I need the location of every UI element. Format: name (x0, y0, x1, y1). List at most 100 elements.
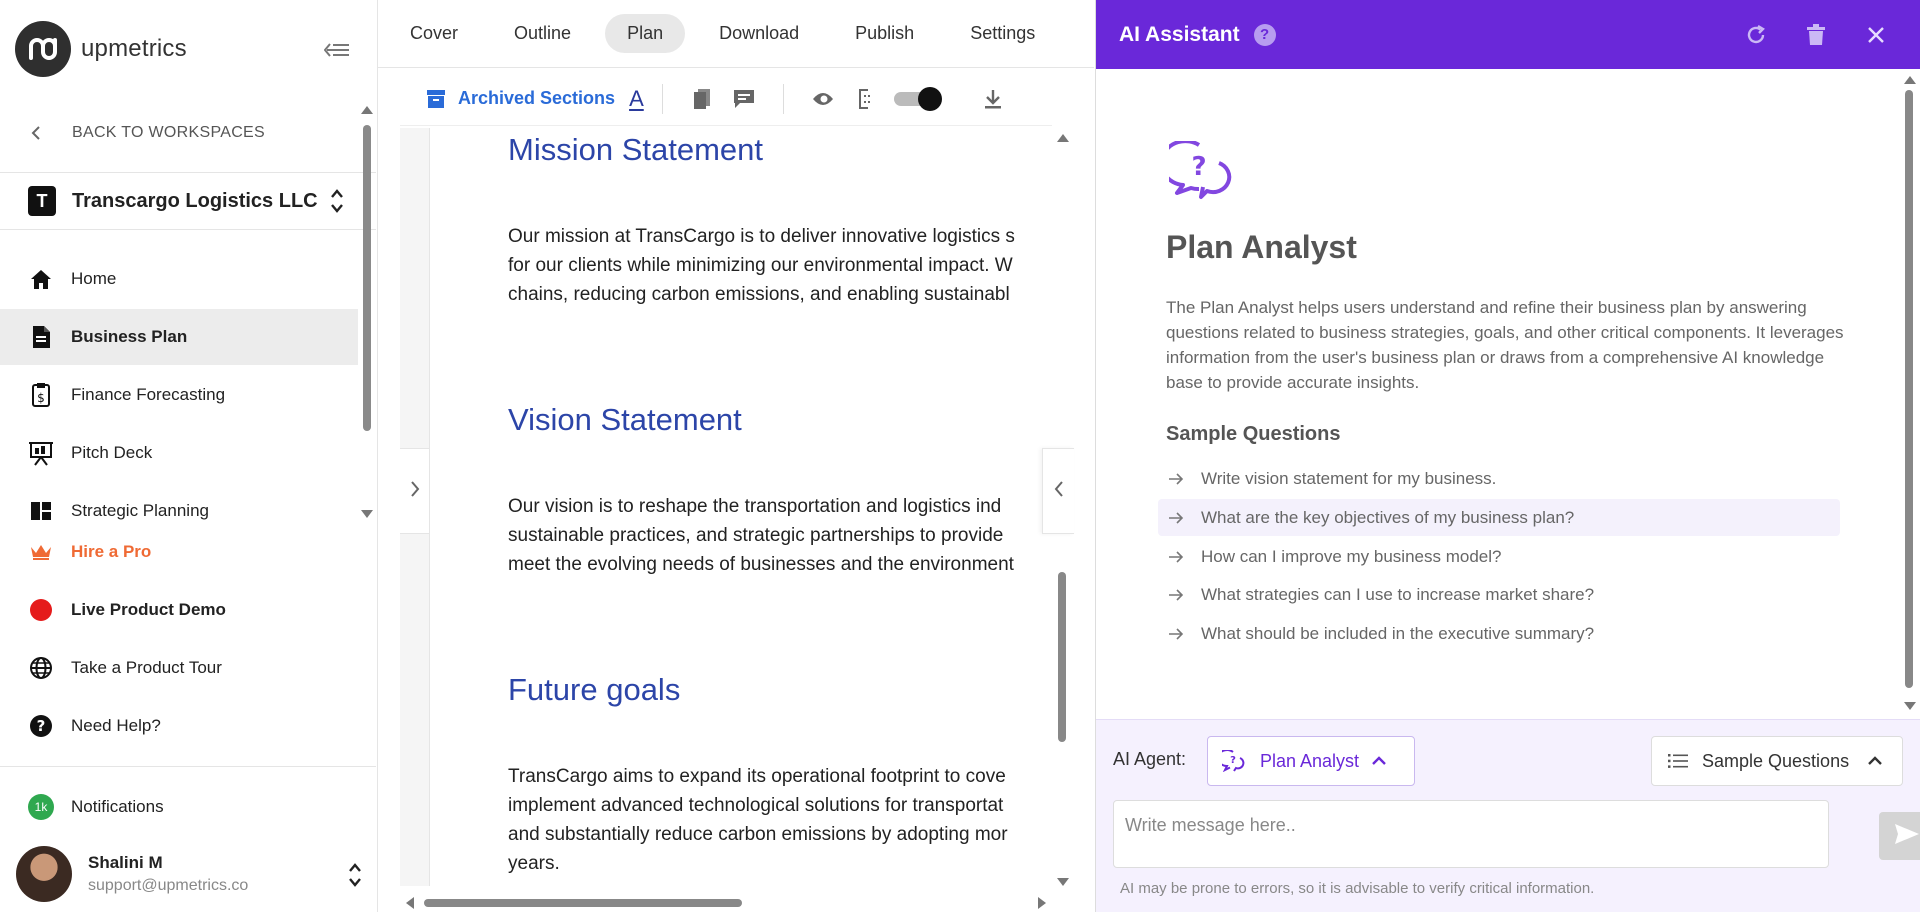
avatar (16, 846, 72, 902)
sample-question[interactable]: What strategies can I use to increase ma… (1158, 576, 1840, 613)
user-profile-menu[interactable]: Shalini M support@upmetrics.co (16, 846, 362, 902)
archived-sections-button[interactable]: Archived Sections (426, 88, 615, 109)
workspace-switcher[interactable]: T Transcargo Logistics LLC (28, 182, 348, 220)
dashboard-grid-icon (28, 498, 54, 524)
sample-questions-select[interactable]: Sample Questions (1651, 736, 1903, 786)
hire-a-pro-link[interactable]: Hire a Pro (0, 524, 358, 580)
svg-text:$: $ (37, 391, 45, 405)
sample-question[interactable]: Write vision statement for my business. (1158, 460, 1840, 497)
notification-count-badge: 1k (28, 794, 54, 820)
document-hscrollbar-thumb[interactable] (424, 899, 742, 907)
download-icon[interactable] (980, 86, 1006, 112)
document-page: Mission Statement Our mission at TransCa… (430, 128, 1050, 888)
comment-icon[interactable] (731, 86, 757, 112)
back-to-workspaces-link[interactable]: BACK TO WORKSPACES (30, 118, 265, 148)
agent-description: The Plan Analyst helps users understand … (1166, 298, 1844, 392)
list-icon (1668, 753, 1688, 769)
ai-chat-scrollbar-thumb[interactable] (1905, 90, 1913, 688)
upmetrics-logo-icon (15, 21, 71, 77)
chevron-right-icon (409, 480, 421, 503)
collapse-assistant-button[interactable] (1042, 448, 1074, 534)
sidebar-item-label: Pitch Deck (71, 443, 153, 462)
send-button[interactable] (1879, 812, 1920, 860)
sidebar-scrollbar-thumb[interactable] (363, 125, 371, 431)
tab-cover[interactable]: Cover (388, 14, 480, 53)
sidebar-item-pitch-deck[interactable]: Pitch Deck (0, 425, 358, 481)
sidebar-item-label: Home (71, 269, 117, 288)
collapse-sidebar-icon[interactable] (322, 38, 352, 62)
live-dot-icon (28, 597, 54, 623)
section-heading[interactable]: Mission Statement (508, 132, 763, 168)
tab-plan[interactable]: Plan (605, 14, 686, 53)
scroll-up-arrow[interactable] (1057, 134, 1069, 142)
copy-pages-icon[interactable] (689, 86, 715, 112)
finance-clipboard-icon: $ (28, 382, 54, 408)
chevron-up-icon (1867, 756, 1883, 766)
tab-download[interactable]: Download (697, 14, 821, 53)
section-heading[interactable]: Future goals (508, 672, 680, 708)
sidebar-item-business-plan[interactable]: Business Plan (0, 309, 358, 365)
arrow-right-icon (1168, 472, 1188, 486)
home-icon (28, 266, 54, 292)
section-paragraph[interactable]: Our vision is to reshape the transportat… (508, 492, 1050, 579)
hire-label: Hire a Pro (71, 542, 152, 561)
sidebar-item-label: Strategic Planning (71, 501, 209, 520)
page-break-icon[interactable] (852, 86, 878, 112)
scroll-left-arrow[interactable] (406, 897, 414, 909)
back-label: BACK TO WORKSPACES (72, 124, 266, 141)
crown-icon (28, 539, 54, 565)
sample-question-text: How can I improve my business model? (1201, 546, 1502, 566)
scroll-right-arrow[interactable] (1038, 897, 1046, 909)
view-mode-toggle[interactable] (893, 86, 942, 111)
divider (782, 83, 784, 114)
ai-agent-label: AI Agent: (1113, 749, 1187, 769)
message-input[interactable] (1113, 800, 1829, 868)
section-paragraph[interactable]: Our mission at TransCargo is to deliver … (508, 222, 1050, 309)
trash-icon[interactable] (1801, 20, 1831, 50)
section-paragraph[interactable]: TransCargo aims to expand its operationa… (508, 762, 1050, 878)
preview-eye-icon[interactable] (810, 86, 836, 112)
notifications-link[interactable]: 1k Notifications (28, 792, 164, 822)
question-chat-icon: ? (1222, 750, 1246, 772)
sample-question[interactable]: What are the key objectives of my busine… (1158, 499, 1840, 536)
ai-assistant-panel: AI Assistant ? ? Plan Analyst The Plan A… (1095, 0, 1920, 912)
ai-agent-select[interactable]: ? Plan Analyst (1207, 736, 1415, 786)
brand-logo[interactable]: upmetrics (15, 20, 355, 78)
live-product-demo-link[interactable]: Live Product Demo (0, 582, 358, 638)
sidebar-item-finance-forecasting[interactable]: $ Finance Forecasting (0, 367, 358, 423)
need-help-link[interactable]: ? Need Help? (0, 698, 358, 754)
divider (0, 229, 376, 230)
sample-question[interactable]: What should be included in the executive… (1158, 615, 1840, 652)
ai-disclaimer: AI may be prone to errors, so it is advi… (1120, 880, 1595, 897)
help-circle-icon: ? (28, 713, 54, 739)
ai-agent-select-value: Plan Analyst (1260, 750, 1360, 771)
arrow-right-icon (1168, 588, 1188, 602)
archive-box-icon (426, 89, 446, 109)
scroll-down-arrow[interactable] (1057, 878, 1069, 886)
sidebar-item-label: Business Plan (71, 327, 188, 346)
sample-questions-heading: Sample Questions (1166, 423, 1341, 445)
chevron-left-icon (30, 125, 50, 141)
sidebar-item-home[interactable]: Home (0, 251, 358, 307)
ai-assistant-header: AI Assistant ? (1096, 0, 1920, 69)
font-style-button[interactable]: A (629, 86, 644, 112)
product-tour-link[interactable]: Take a Product Tour (0, 640, 358, 696)
help-icon[interactable]: ? (1253, 23, 1276, 46)
close-icon[interactable] (1861, 20, 1891, 50)
brand-name: upmetrics (81, 35, 187, 62)
sidebar: upmetrics BACK TO WORKSPACES T Transcarg… (0, 0, 378, 912)
refresh-icon[interactable] (1741, 20, 1771, 50)
tab-settings[interactable]: Settings (948, 14, 1057, 53)
sample-question-text: What are the key objectives of my busine… (1201, 507, 1575, 527)
expand-outline-button[interactable] (400, 448, 430, 534)
divider (0, 172, 376, 173)
notifications-label: Notifications (71, 797, 164, 816)
tab-outline[interactable]: Outline (492, 14, 593, 53)
section-heading[interactable]: Vision Statement (508, 402, 742, 438)
sample-questions-select-value: Sample Questions (1702, 750, 1850, 771)
divider (0, 766, 376, 767)
document-scrollbar-thumb[interactable] (1058, 572, 1066, 742)
paragraph-line: implement advanced technological solutio… (508, 795, 1004, 816)
tab-publish[interactable]: Publish (833, 14, 936, 53)
sample-question[interactable]: How can I improve my business model? (1158, 538, 1840, 575)
